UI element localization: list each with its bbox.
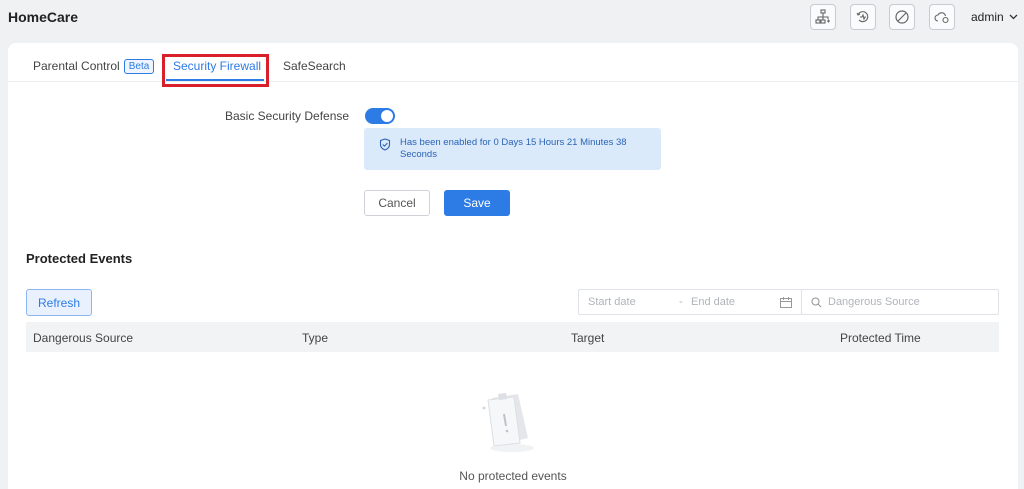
basic-security-defense-toggle[interactable] [365,108,395,124]
column-target: Target [571,331,605,345]
empty-state-text: No protected events [459,469,567,483]
dangerous-source-search-input[interactable]: Dangerous Source [801,289,999,315]
date-range-picker[interactable]: Start date - End date [578,289,802,315]
events-table-header: Dangerous Source Type Target Protected T… [26,322,999,352]
diagnostics-icon[interactable] [850,4,876,30]
basic-security-defense-label: Basic Security Defense [225,109,350,123]
status-info-box: Has been enabled for 0 Days 15 Hours 21 … [364,128,661,170]
main-panel: Parental Control Beta Security Firewall S… [8,43,1018,489]
refresh-button[interactable]: Refresh [26,289,92,316]
calendar-icon [780,297,792,308]
top-bar: HomeCare admin [0,0,1024,42]
date-separator: - [679,296,683,308]
column-type: Type [302,331,329,345]
tab-bar: Parental Control Beta Security Firewall S… [8,43,1018,87]
user-name: admin [971,10,1004,24]
end-date-field[interactable]: End date [691,296,735,308]
tab-label: Parental Control [33,59,120,73]
highlight-annotation [162,54,269,87]
blocked-icon[interactable] [889,4,915,30]
protected-events-title: Protected Events [26,251,133,266]
cloud-settings-icon[interactable] [929,4,955,30]
column-protected-time: Protected Time [840,331,921,345]
start-date-field[interactable]: Start date [588,296,636,308]
network-topology-icon[interactable] [810,4,836,30]
shield-check-icon [379,138,391,151]
cancel-button[interactable]: Cancel [364,190,430,216]
beta-badge: Beta [123,59,155,74]
chevron-down-icon [1009,14,1018,20]
tab-parental-control[interactable]: Parental Control Beta [33,59,155,74]
empty-clipboard-icon [482,393,534,452]
enabled-duration-text: Has been enabled for 0 Days 15 Hours 21 … [400,137,627,160]
save-button[interactable]: Save [444,190,510,216]
tab-safesearch[interactable]: SafeSearch [283,59,346,73]
user-menu[interactable]: admin [971,10,1018,24]
search-placeholder: Dangerous Source [828,296,920,308]
search-icon [811,297,822,308]
app-title: HomeCare [8,9,79,25]
column-dangerous-source: Dangerous Source [33,331,134,345]
